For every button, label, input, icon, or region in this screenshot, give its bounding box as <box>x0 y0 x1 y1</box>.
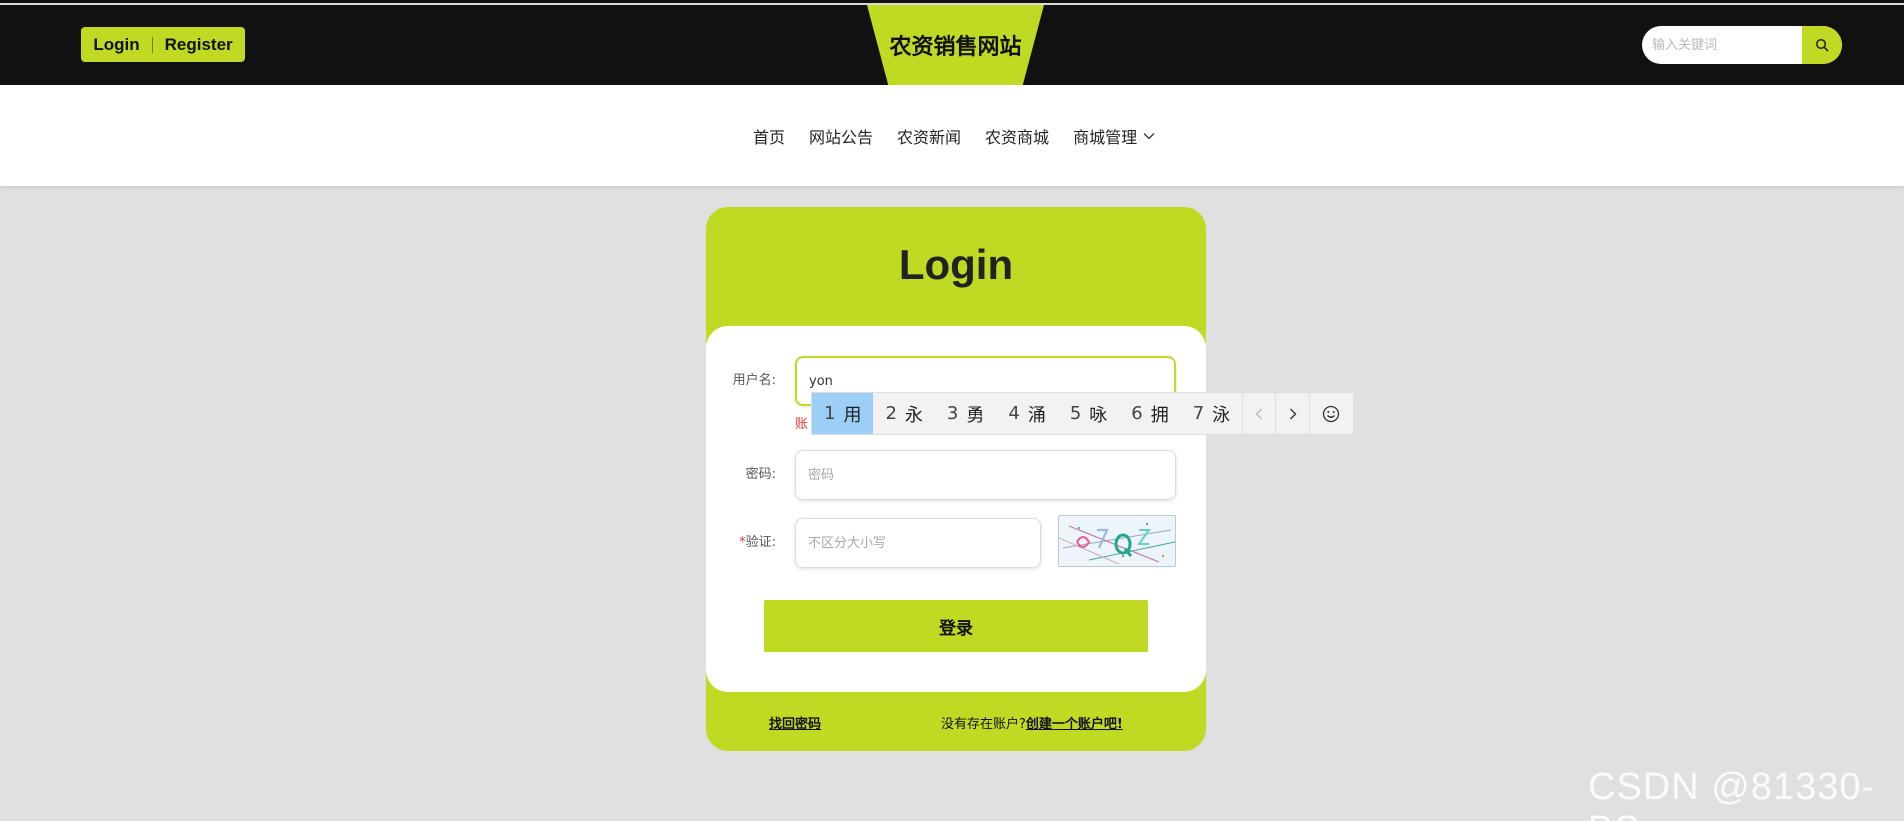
top-header: Login Register 农资销售网站 <box>0 0 1904 85</box>
forgot-password-wrap: 找回密码 <box>769 713 821 732</box>
candidate-number: 6 <box>1131 403 1143 424</box>
captcha-input[interactable] <box>795 518 1041 568</box>
search-input[interactable] <box>1642 26 1802 64</box>
ime-emoji-button[interactable] <box>1308 393 1353 434</box>
forgot-password-link[interactable]: 找回密码 <box>769 717 821 732</box>
captcha-image[interactable] <box>1058 515 1176 567</box>
ime-prev-button[interactable] <box>1242 393 1275 434</box>
password-label: 密码: <box>745 467 776 482</box>
nav-item-label: 商城管理 <box>1073 127 1138 147</box>
candidate-number: 5 <box>1069 403 1082 424</box>
register-prompt: 没有存在账户?创建一个账户吧! <box>941 713 1123 732</box>
nav-item-news[interactable]: 农资新闻 <box>897 124 961 148</box>
site-brand[interactable]: 农资销售网站 <box>867 5 1044 85</box>
ime-candidate[interactable]: 3勇 <box>935 393 996 434</box>
chevron-down-icon <box>1143 132 1155 139</box>
ime-candidate[interactable]: 2永 <box>873 393 934 434</box>
search-button[interactable] <box>1802 26 1842 64</box>
candidate-number: 4 <box>1008 403 1020 424</box>
nav-item-announcements[interactable]: 网站公告 <box>809 124 873 148</box>
nav-item-home[interactable]: 首页 <box>753 124 785 148</box>
ime-candidate[interactable]: 5咏 <box>1058 393 1119 434</box>
login-button[interactable]: 登录 <box>764 600 1148 652</box>
login-title: Login <box>898 241 1014 288</box>
candidate-char: 涌 <box>1027 404 1046 426</box>
login-form: 用户名: 账 密码: *验证: 登录 <box>706 326 1206 692</box>
ime-candidate[interactable]: 1用 <box>812 393 874 434</box>
username-label: 用户名: <box>732 373 776 388</box>
candidate-number: 3 <box>946 403 959 424</box>
smiley-icon <box>1323 405 1340 422</box>
candidate-number: 1 <box>824 403 836 424</box>
create-account-link[interactable]: 创建一个账户吧! <box>1026 717 1123 732</box>
ime-next-button[interactable] <box>1275 393 1308 434</box>
chevron-right-icon <box>1289 408 1297 419</box>
candidate-char: 勇 <box>966 404 985 426</box>
nav-menu: 首页 网站公告 农资新闻 农资商城 商城管理 <box>753 85 1155 186</box>
login-link[interactable]: Login <box>93 35 139 55</box>
chevron-left-icon <box>1255 408 1263 419</box>
auth-divider <box>151 36 153 53</box>
username-error: 账 <box>795 417 809 432</box>
ime-candidate[interactable]: 6拥 <box>1119 393 1180 434</box>
ime-candidate[interactable]: 4涌 <box>996 393 1057 434</box>
main-navbar: 首页 网站公告 农资新闻 农资商城 商城管理 <box>0 85 1904 186</box>
nav-item-mall[interactable]: 农资商城 <box>985 124 1049 148</box>
captcha-label-text: 验证: <box>745 535 776 550</box>
nav-item-mall-management[interactable]: 商城管理 <box>1073 124 1155 148</box>
candidate-char: 泳 <box>1212 404 1231 426</box>
captcha-image-graphic <box>1059 522 1175 565</box>
auth-box: Login Register <box>81 27 245 62</box>
nav-item-label: 农资新闻 <box>897 127 962 147</box>
register-link[interactable]: Register <box>165 35 233 55</box>
no-account-text: 没有存在账户? <box>941 717 1026 732</box>
nav-item-label: 首页 <box>753 127 786 147</box>
top-border-line <box>0 3 1904 5</box>
login-card: Login 用户名: 账 密码: *验证: <box>706 207 1206 751</box>
captcha-label: *验证: <box>706 531 776 550</box>
ime-candidate-bar: 1用 2永 3勇 4涌 5咏 6拥 7泳 <box>811 392 1354 435</box>
candidate-number: 2 <box>885 403 897 424</box>
search-box <box>1642 26 1842 64</box>
search-icon <box>1815 38 1829 52</box>
nav-item-label: 农资商城 <box>985 127 1050 147</box>
csdn-watermark: CSDN @81330-BS <box>1588 766 1876 821</box>
password-input[interactable] <box>795 450 1176 500</box>
candidate-char: 永 <box>904 404 923 426</box>
ime-candidate[interactable]: 7泳 <box>1181 393 1242 434</box>
candidate-char: 咏 <box>1089 404 1108 426</box>
candidate-number: 7 <box>1192 403 1205 424</box>
nav-item-label: 网站公告 <box>809 127 874 147</box>
site-title: 农资销售网站 <box>889 35 1022 60</box>
candidate-char: 拥 <box>1150 404 1169 426</box>
candidate-char: 用 <box>843 404 862 426</box>
